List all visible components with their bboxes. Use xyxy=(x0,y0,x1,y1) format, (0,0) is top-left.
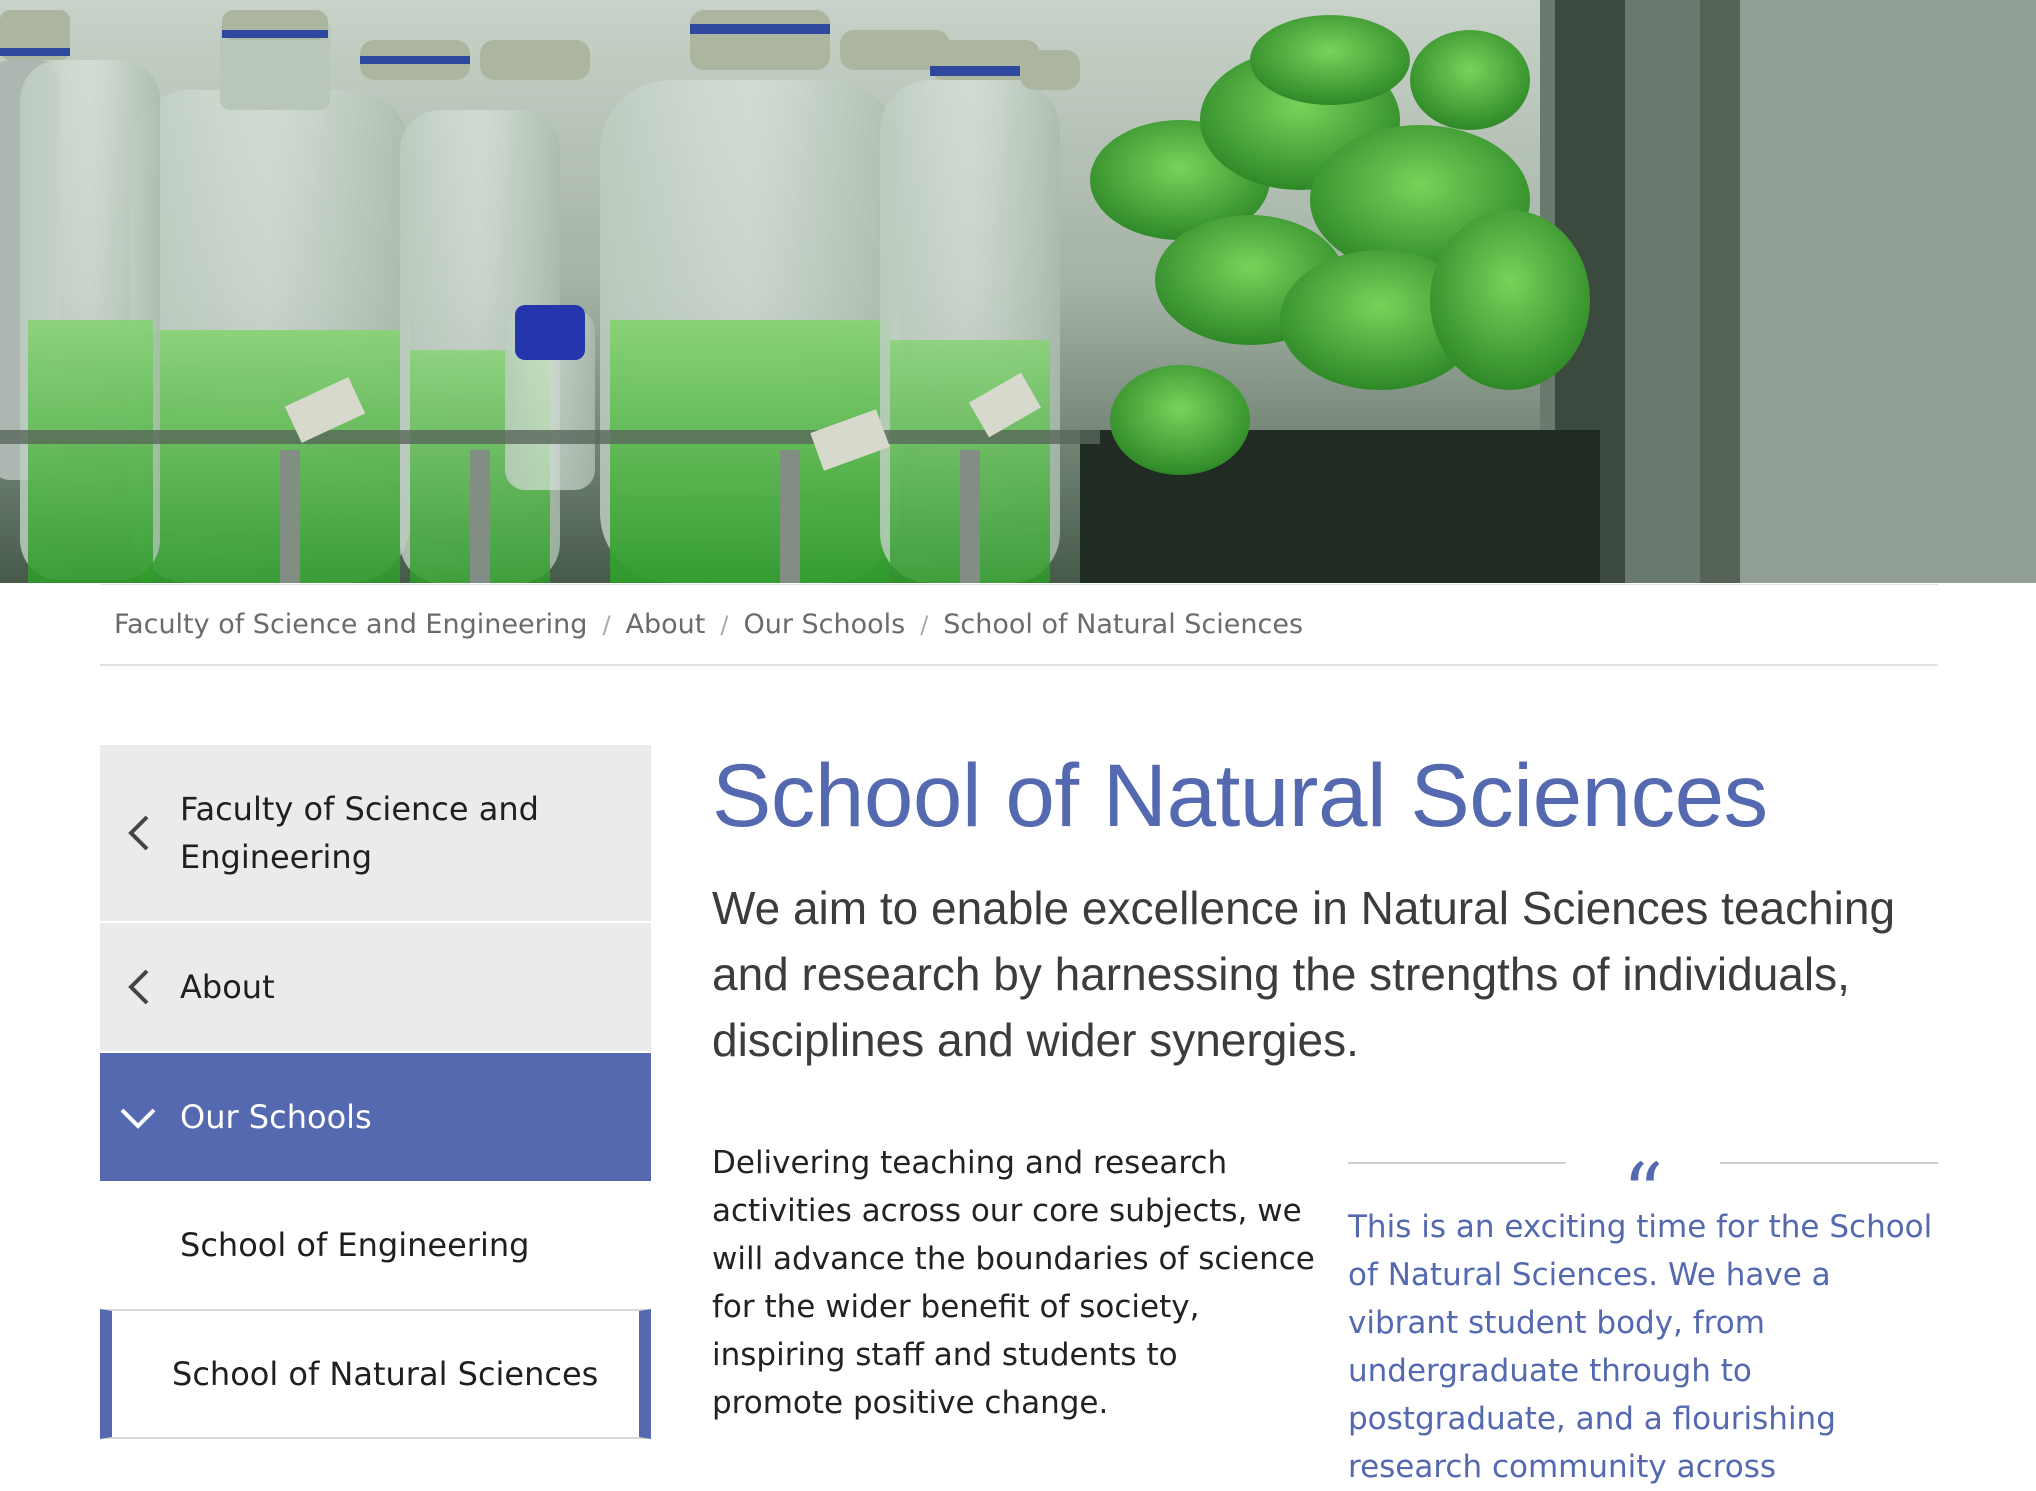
breadcrumb-separator: / xyxy=(920,610,929,639)
divider-line xyxy=(1348,1162,1566,1164)
breadcrumb-item-faculty[interactable]: Faculty of Science and Engineering xyxy=(114,609,587,640)
quote-mark-icon: “ xyxy=(1622,1146,1664,1239)
sidebar-item-about[interactable]: About xyxy=(100,923,651,1053)
hero-image xyxy=(0,0,2036,583)
breadcrumb-item-our-schools[interactable]: Our Schools xyxy=(743,609,905,640)
chevron-left-icon xyxy=(118,967,158,1007)
breadcrumb-separator: / xyxy=(602,610,611,639)
sidebar-item-label: Our Schools xyxy=(180,1098,372,1136)
sidebar-item-school-of-engineering[interactable]: School of Engineering xyxy=(100,1181,651,1309)
pull-quote: “ This is an exciting time for the Schoo… xyxy=(1348,1139,1938,1491)
main-content: School of Natural Sciences We aim to ena… xyxy=(712,745,1938,1485)
body-text: Delivering teaching and research activit… xyxy=(712,1145,1315,1421)
sidebar-nav: Faculty of Science and Engineering About… xyxy=(100,745,651,1439)
sidebar-item-school-of-natural-sciences[interactable]: School of Natural Sciences xyxy=(100,1309,651,1439)
breadcrumb-item-current: School of Natural Sciences xyxy=(943,609,1304,640)
sidebar-item-label: About xyxy=(180,968,275,1006)
divider-line xyxy=(1720,1162,1938,1164)
lab-bottles-plants-image xyxy=(0,0,2036,583)
breadcrumb-item-about[interactable]: About xyxy=(626,609,706,640)
sidebar-item-our-schools[interactable]: Our Schools xyxy=(100,1053,651,1181)
quote-divider: “ xyxy=(1348,1139,1938,1239)
page-title: School of Natural Sciences xyxy=(712,745,1768,845)
chevron-left-icon xyxy=(118,813,158,853)
intro-text: We aim to enable excellence in Natural S… xyxy=(712,882,1896,1066)
quote-text: This is an exciting time for the School … xyxy=(1348,1209,1933,1485)
sidebar-item-faculty[interactable]: Faculty of Science and Engineering xyxy=(100,745,651,923)
breadcrumb-separator: / xyxy=(720,610,729,639)
sidebar-item-label: Faculty of Science and Engineering xyxy=(180,790,539,876)
sidebar-item-label: School of Engineering xyxy=(180,1226,530,1264)
chevron-down-icon xyxy=(118,1097,158,1137)
sidebar-item-label: School of Natural Sciences xyxy=(172,1355,599,1393)
breadcrumb: Faculty of Science and Engineering / Abo… xyxy=(100,584,1938,666)
